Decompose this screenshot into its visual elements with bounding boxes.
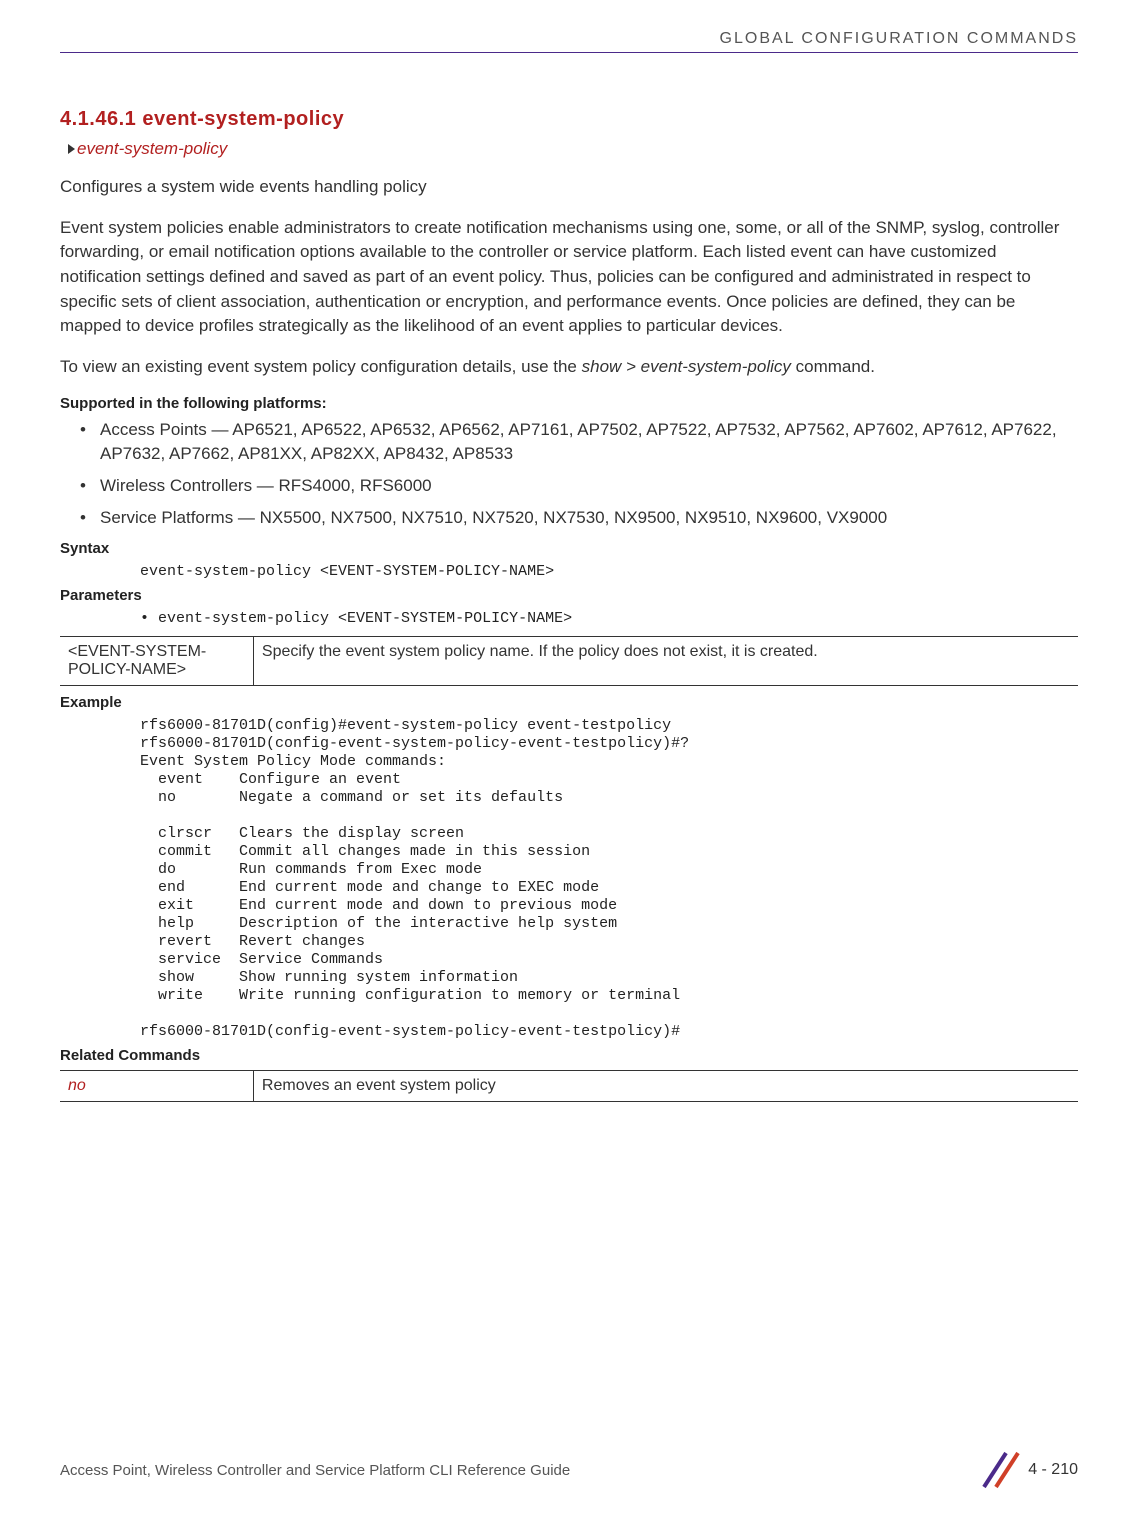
list-item: Service Platforms — NX5500, NX7500, NX75… bbox=[100, 506, 1078, 530]
example-heading: Example bbox=[60, 694, 1078, 711]
table-row: no Removes an event system policy bbox=[60, 1070, 1078, 1101]
supported-heading: Supported in the following platforms: bbox=[60, 395, 1078, 412]
section-title: 4.1.46.1 event-system-policy bbox=[60, 108, 1078, 131]
header-category: GLOBAL CONFIGURATION COMMANDS bbox=[60, 30, 1078, 48]
param-desc-cell: Specify the event system policy name. If… bbox=[253, 636, 1078, 685]
breadcrumb-text[interactable]: event-system-policy bbox=[77, 139, 227, 159]
related-heading: Related Commands bbox=[60, 1047, 1078, 1064]
intro3-pre: To view an existing event system policy … bbox=[60, 357, 582, 376]
footer-guide-name: Access Point, Wireless Controller and Se… bbox=[60, 1462, 570, 1479]
list-item: Access Points — AP6521, AP6522, AP6532, … bbox=[100, 418, 1078, 466]
param-bullet: event-system-policy <EVENT-SYSTEM-POLICY… bbox=[140, 610, 1078, 628]
intro3-italic: show > event-system-policy bbox=[582, 357, 791, 376]
intro-paragraph-2: Event system policies enable administrat… bbox=[60, 216, 1078, 339]
related-cmd-cell[interactable]: no bbox=[60, 1070, 253, 1101]
list-item: Wireless Controllers — RFS4000, RFS6000 bbox=[100, 474, 1078, 498]
param-name-cell: <EVENT-SYSTEM-POLICY-NAME> bbox=[60, 636, 253, 685]
syntax-heading: Syntax bbox=[60, 540, 1078, 557]
footer: Access Point, Wireless Controller and Se… bbox=[60, 1449, 1078, 1491]
page-number: 4 - 210 bbox=[1028, 1461, 1078, 1479]
breadcrumb: event-system-policy bbox=[60, 139, 1078, 159]
intro3-post: command. bbox=[791, 357, 875, 376]
related-desc-cell: Removes an event system policy bbox=[253, 1070, 1078, 1101]
related-table: no Removes an event system policy bbox=[60, 1070, 1078, 1102]
triangle-right-icon bbox=[68, 144, 75, 154]
example-block: rfs6000-81701D(config)#event-system-poli… bbox=[140, 717, 1078, 1041]
table-row: <EVENT-SYSTEM-POLICY-NAME> Specify the e… bbox=[60, 636, 1078, 685]
parameters-table: <EVENT-SYSTEM-POLICY-NAME> Specify the e… bbox=[60, 636, 1078, 686]
intro-paragraph-3: To view an existing event system policy … bbox=[60, 355, 1078, 380]
supported-list: Access Points — AP6521, AP6522, AP6532, … bbox=[60, 418, 1078, 529]
parameters-heading: Parameters bbox=[60, 587, 1078, 604]
header-rule bbox=[60, 52, 1078, 53]
intro-paragraph-1: Configures a system wide events handling… bbox=[60, 175, 1078, 200]
syntax-line: event-system-policy <EVENT-SYSTEM-POLICY… bbox=[140, 563, 1078, 581]
slash-logo-icon bbox=[976, 1449, 1020, 1491]
